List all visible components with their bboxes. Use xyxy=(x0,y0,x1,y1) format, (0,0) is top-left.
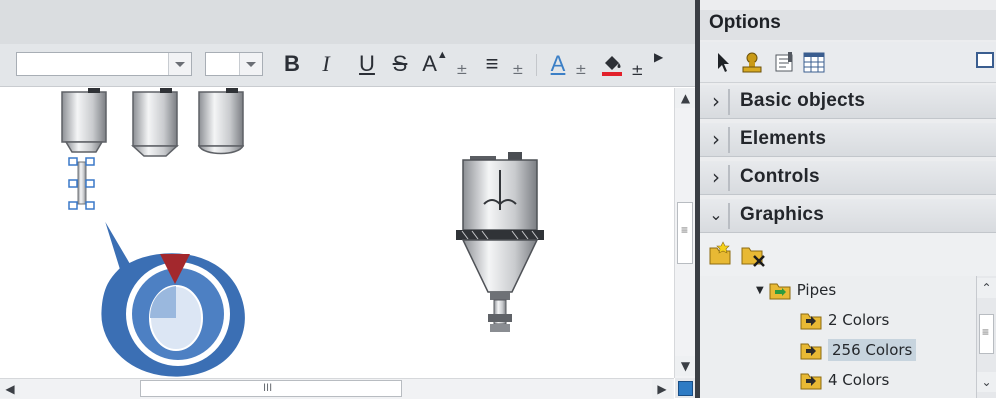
bold-button[interactable]: B xyxy=(281,50,303,78)
folder-icon xyxy=(769,280,791,300)
scroll-left-button[interactable]: ◀ xyxy=(0,379,20,398)
fill-color-dropdown-icon[interactable]: ± xyxy=(631,61,644,79)
caret-up-icon: ▲ xyxy=(436,49,448,61)
section-separator xyxy=(728,127,730,153)
tree-label: 256 Colors xyxy=(828,339,917,361)
strikethrough-button[interactable]: S xyxy=(389,50,411,78)
overview-corner-button[interactable] xyxy=(675,378,695,398)
scroll-up-button[interactable]: ▲ xyxy=(675,88,696,108)
scroll-down-button[interactable]: ⌄ xyxy=(977,372,996,392)
font-size-combo[interactable] xyxy=(205,52,263,76)
folder-icon xyxy=(800,340,822,360)
text-color-button[interactable]: A xyxy=(546,50,570,78)
section-elements[interactable]: › Elements xyxy=(700,123,996,157)
tree-label: 2 Colors xyxy=(828,311,890,329)
tree-node-2-colors[interactable]: 2 Colors xyxy=(800,306,889,334)
graphics-tool-icons xyxy=(709,241,765,267)
selection-handle xyxy=(68,179,78,188)
text-color-dropdown-icon[interactable]: ± xyxy=(575,62,587,78)
selection-handle xyxy=(85,157,95,166)
selection-handle xyxy=(85,201,95,210)
overview-icon xyxy=(678,381,693,396)
chevron-down-icon[interactable] xyxy=(168,53,191,75)
chevron-down-icon[interactable] xyxy=(239,53,262,75)
options-tool-icons xyxy=(718,52,825,73)
scroll-grip-icon: III xyxy=(263,382,273,394)
section-separator xyxy=(728,165,730,191)
tree-label: Pipes xyxy=(796,281,837,299)
tank-graphic-2[interactable] xyxy=(131,88,179,157)
editor-horizontal-scrollbar[interactable]: ◀ III ▶ xyxy=(0,378,674,399)
fill-color-button[interactable] xyxy=(597,50,627,78)
options-title: Options xyxy=(709,12,781,33)
pointer-icon[interactable] xyxy=(718,53,729,72)
selection-handle xyxy=(85,179,95,188)
tree-label: 4 Colors xyxy=(828,371,890,389)
tree-node-4-colors[interactable]: 4 Colors xyxy=(800,366,889,394)
chevron-right-icon: › xyxy=(712,89,720,113)
tank-graphic-3[interactable] xyxy=(197,88,245,155)
section-separator xyxy=(728,89,730,115)
delete-folder-icon[interactable] xyxy=(741,247,765,267)
tree-node-pipes[interactable]: ▼ Pipes xyxy=(756,276,836,304)
chevron-right-icon: › xyxy=(712,127,720,151)
section-basic-objects[interactable]: › Basic objects xyxy=(700,85,996,119)
scroll-up-button[interactable]: ⌃ xyxy=(977,278,996,298)
canvas-graphics xyxy=(61,88,544,378)
section-label: Controls xyxy=(740,166,820,187)
panel-layout-icon[interactable] xyxy=(976,52,994,68)
tree-scroll-thumb[interactable]: ≡ xyxy=(979,314,994,354)
scroll-down-button[interactable]: ▼ xyxy=(675,356,696,376)
toolbar-separator xyxy=(536,54,537,76)
toolbar-overflow-icon[interactable]: ▶ xyxy=(654,50,663,64)
folder-icon xyxy=(800,310,822,330)
collapse-triangle-icon[interactable]: ▼ xyxy=(756,285,764,296)
selection-handle xyxy=(68,157,78,166)
section-label: Graphics xyxy=(740,204,824,225)
tree-vertical-scrollbar[interactable]: ⌃ ≡ ⌄ xyxy=(976,276,996,398)
vertical-scroll-thumb[interactable]: ≡ xyxy=(677,202,693,264)
folder-icon xyxy=(800,370,822,390)
tree-node-256-colors[interactable]: 256 Colors xyxy=(800,336,917,364)
editor-vertical-scrollbar[interactable]: ▲ ≡ ▼ xyxy=(674,88,696,378)
paint-bucket-icon xyxy=(602,56,622,76)
scroll-grip-icon: ≡ xyxy=(681,223,689,237)
mixer-tank-graphic[interactable] xyxy=(456,152,544,332)
selection-handle xyxy=(68,201,78,210)
stamp-icon[interactable] xyxy=(742,52,762,73)
properties-icon[interactable] xyxy=(775,52,793,72)
section-graphics[interactable]: ⌄ Graphics xyxy=(700,199,996,233)
underline-button[interactable]: U xyxy=(356,50,378,78)
font-size-up-icon: A xyxy=(422,51,437,76)
increase-font-size-button[interactable]: A ▲ xyxy=(422,49,448,78)
section-controls[interactable]: › Controls xyxy=(700,161,996,195)
table-icon[interactable] xyxy=(803,52,825,73)
italic-button[interactable]: I xyxy=(315,50,337,78)
mouse-hint-callout xyxy=(98,209,248,378)
scroll-grip-icon: ≡ xyxy=(982,325,990,339)
new-folder-icon[interactable] xyxy=(709,241,731,265)
section-label: Elements xyxy=(740,128,827,149)
horizontal-scroll-thumb[interactable]: III xyxy=(140,380,402,397)
font-size-dropdown-icon[interactable]: ± xyxy=(456,62,468,78)
font-family-combo[interactable] xyxy=(16,52,192,76)
scroll-right-button[interactable]: ▶ xyxy=(652,379,672,398)
editor-header-strip xyxy=(0,0,697,45)
align-dropdown-icon[interactable]: ± xyxy=(512,62,524,78)
tank-graphic-1[interactable] xyxy=(61,88,107,153)
section-separator xyxy=(728,203,730,229)
selected-pipe[interactable] xyxy=(68,157,95,210)
chevron-right-icon: › xyxy=(712,165,720,189)
chevron-down-icon: ⌄ xyxy=(709,205,723,224)
section-label: Basic objects xyxy=(740,90,866,111)
align-button[interactable]: ≡ xyxy=(478,50,506,78)
